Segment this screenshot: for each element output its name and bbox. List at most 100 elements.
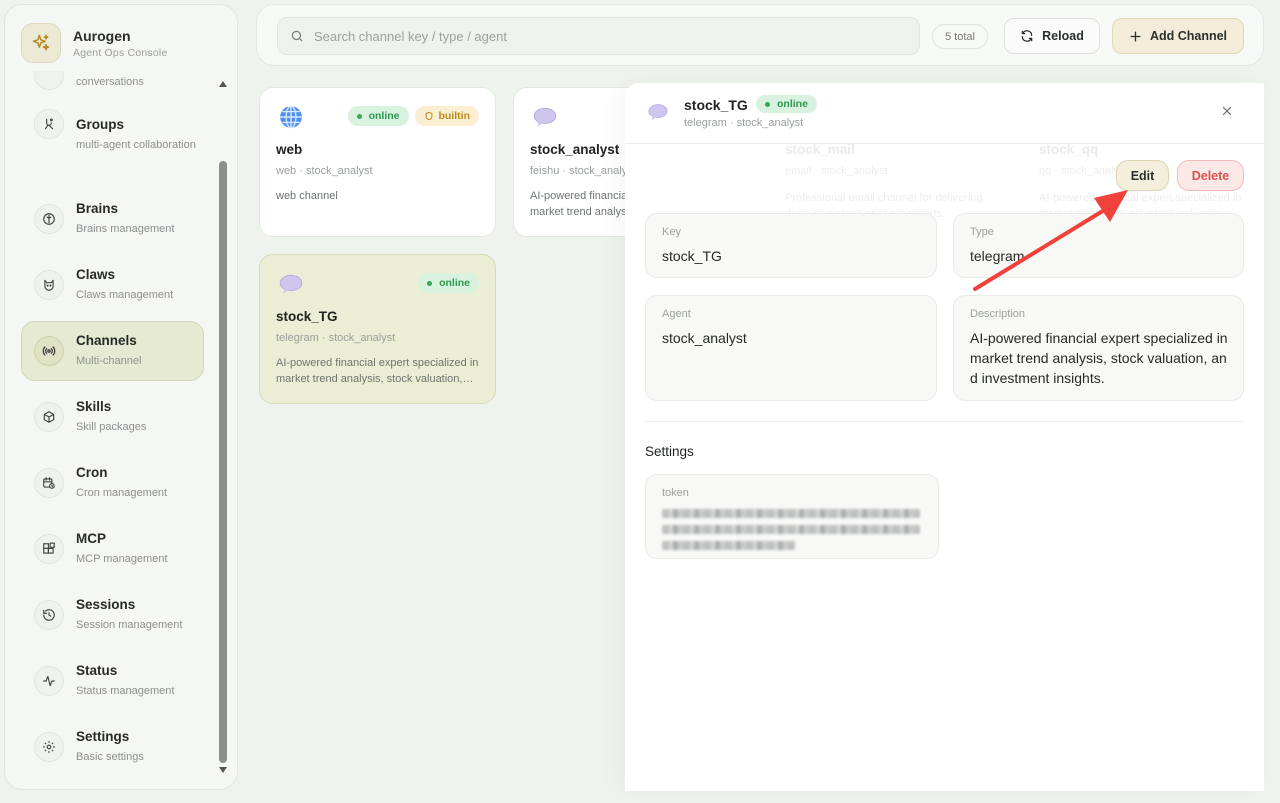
key-field: Key stock_TG xyxy=(645,213,937,278)
sidebar-item-sub: Basic settings xyxy=(76,751,144,763)
type-field: Type telegram xyxy=(953,213,1244,278)
sidebar-item-sub: conversations xyxy=(76,76,144,88)
brand-subtitle: Agent Ops Console xyxy=(73,46,168,59)
add-channel-label: Add Channel xyxy=(1149,29,1228,43)
ghost-card-title: stock_qq xyxy=(1039,142,1099,157)
add-channel-button[interactable]: Add Channel xyxy=(1112,18,1244,54)
sidebar: Aurogen Agent Ops Console conversations … xyxy=(4,4,238,790)
sidebar-item-label: Cron xyxy=(76,465,108,480)
brand-name: Aurogen xyxy=(73,27,131,44)
ghost-card-title: stock_mail xyxy=(785,142,855,157)
package-icon xyxy=(34,402,64,432)
sidebar-item-claws[interactable]: Claws Claws management xyxy=(21,255,204,315)
claw-icon xyxy=(34,270,64,300)
shield-icon xyxy=(425,111,432,121)
chat-bubble-icon xyxy=(647,101,669,128)
sidebar-item-label: MCP xyxy=(76,531,106,546)
group-icon xyxy=(34,109,64,139)
calendar-clock-icon xyxy=(34,468,64,498)
description-field: Description AI-powered financial expert … xyxy=(953,295,1244,401)
sidebar-item-groups[interactable]: Groups multi-agent collaboration xyxy=(21,97,204,173)
chat-icon xyxy=(34,71,64,90)
agent-field: Agent stock_analyst xyxy=(645,295,937,401)
sidebar-nav: conversations Groups multi-agent collabo… xyxy=(5,71,213,785)
history-icon xyxy=(34,600,64,630)
ghost-card-subtitle: qq · stock_analyst xyxy=(1039,165,1128,177)
ghost-card-subtitle: email · stock_analyst xyxy=(785,165,888,177)
sidebar-item-sessions[interactable]: Sessions Session management xyxy=(21,585,204,645)
broadcast-icon xyxy=(34,336,64,366)
card-subtitle: feishu · stock_analyst xyxy=(530,165,636,177)
channel-detail-panel: stock_mail stock_qq stock_TG online tele… xyxy=(625,83,1264,791)
status-badge: online xyxy=(418,273,479,293)
blocks-icon xyxy=(34,534,64,564)
status-badge: online xyxy=(756,95,817,113)
token-field: token xyxy=(645,474,939,559)
card-subtitle: web · stock_analyst xyxy=(276,165,373,177)
sidebar-item-label: Claws xyxy=(76,267,116,282)
delete-button[interactable]: Delete xyxy=(1177,160,1244,191)
reload-label: Reload xyxy=(1042,29,1084,43)
sidebar-item-cron[interactable]: Cron Cron management xyxy=(21,453,204,513)
field-label: Agent xyxy=(662,308,691,320)
reload-button[interactable]: Reload xyxy=(1004,18,1100,54)
panel-subtitle: telegram · stock_analyst xyxy=(684,117,804,129)
brain-icon xyxy=(34,204,64,234)
scrollbar-thumb[interactable] xyxy=(219,161,227,763)
sidebar-scrollbar[interactable] xyxy=(218,79,228,779)
card-title: stock_analyst xyxy=(530,142,620,157)
field-value: AI-powered financial expert specialized … xyxy=(970,330,1228,386)
gear-icon xyxy=(34,732,64,762)
sidebar-item-mcp[interactable]: MCP MCP management xyxy=(21,519,204,579)
topbar: 5 total Reload Add Channel xyxy=(256,4,1264,66)
field-value: telegram xyxy=(970,248,1025,264)
refresh-icon xyxy=(1021,30,1033,42)
search-box[interactable] xyxy=(277,17,920,55)
sidebar-item-label: Brains xyxy=(76,201,119,216)
channel-card-web[interactable]: online builtin web web · stock_analyst w… xyxy=(259,87,496,237)
sidebar-item-sub: Status management xyxy=(76,685,175,697)
chat-bubble-icon xyxy=(532,104,558,135)
close-icon[interactable] xyxy=(1221,105,1233,117)
scroll-up-arrow-icon[interactable] xyxy=(218,79,228,89)
globe-icon xyxy=(278,104,304,135)
sidebar-item-sub: MCP management xyxy=(76,553,168,565)
sidebar-item-sub: multi-agent collaboration xyxy=(76,139,196,151)
sidebar-item-label: Settings xyxy=(76,729,130,744)
token-value-redacted xyxy=(662,509,924,550)
sidebar-item-status[interactable]: Status Status management xyxy=(21,651,204,711)
panel-header: stock_mail stock_qq stock_TG online tele… xyxy=(625,83,1264,157)
field-value: stock_analyst xyxy=(662,330,747,346)
brand: Aurogen Agent Ops Console xyxy=(21,23,167,63)
chat-bubble-icon xyxy=(278,271,304,302)
card-description: web channel xyxy=(276,190,338,202)
sidebar-item-sub: Brains management xyxy=(76,223,175,235)
divider xyxy=(645,421,1244,422)
sidebar-item-sub: Skill packages xyxy=(76,421,147,433)
settings-section-title: Settings xyxy=(645,444,694,459)
activity-icon xyxy=(34,666,64,696)
sidebar-item-sub: Claws management xyxy=(76,289,174,301)
search-icon xyxy=(290,29,304,43)
sidebar-item-skills[interactable]: Skills Skill packages xyxy=(21,387,204,447)
scroll-down-arrow-icon[interactable] xyxy=(218,765,228,775)
builtin-label: builtin xyxy=(438,110,471,122)
edit-button[interactable]: Edit xyxy=(1116,160,1169,191)
search-input[interactable] xyxy=(314,28,894,44)
card-title: stock_TG xyxy=(276,309,338,324)
card-description: AI-powered financial expert specialized … xyxy=(276,357,479,385)
builtin-badge: builtin xyxy=(414,106,479,126)
sparkle-logo-icon xyxy=(21,23,61,63)
sidebar-item-settings[interactable]: Settings Basic settings xyxy=(21,717,204,777)
card-subtitle: telegram · stock_analyst xyxy=(276,332,396,344)
sidebar-item-label: Status xyxy=(76,663,118,678)
sidebar-item-label: Groups xyxy=(76,117,125,132)
panel-title: stock_TG xyxy=(684,97,748,113)
plus-icon xyxy=(1130,31,1141,41)
field-label: token xyxy=(662,487,689,499)
field-label: Key xyxy=(662,226,681,238)
sidebar-item-channels[interactable]: Channels Multi-channel xyxy=(21,321,204,381)
channel-card-stock-tg[interactable]: online stock_TG telegram · stock_analyst… xyxy=(259,254,496,404)
card-title: web xyxy=(276,142,303,157)
sidebar-item-brains[interactable]: Brains Brains management xyxy=(21,189,204,249)
